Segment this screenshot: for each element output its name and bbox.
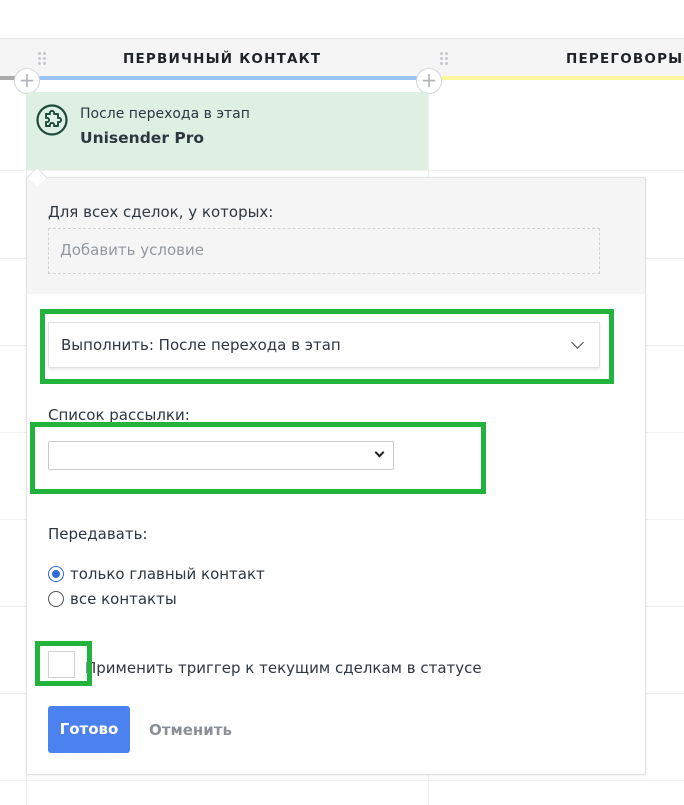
column-header: ПЕРЕГОВОРЫ xyxy=(428,38,684,78)
trigger-settings-popup: Для всех сделок, у которых: Добавить усл… xyxy=(26,177,646,775)
cancel-button[interactable]: Отменить xyxy=(149,721,232,739)
condition-section: Для всех сделок, у которых: Добавить усл… xyxy=(27,178,645,294)
execute-select-value: Выполнить: После перехода в этап xyxy=(61,336,341,354)
radio-label: все контакты xyxy=(70,590,177,608)
add-condition-field[interactable]: Добавить условие xyxy=(48,228,600,274)
trigger-subtitle: После перехода в этап xyxy=(80,106,250,122)
radio-label: только главный контакт xyxy=(70,565,265,583)
apply-trigger-label: Применить триггер к текущим сделкам в ст… xyxy=(85,659,482,677)
stage-color-bar xyxy=(428,76,684,80)
chevron-down-icon xyxy=(374,447,385,458)
grid-line xyxy=(0,780,684,781)
puzzle-icon xyxy=(36,104,68,136)
drag-handle-icon[interactable] xyxy=(38,52,46,66)
column-title: ПЕРЕГОВОРЫ xyxy=(566,51,684,67)
chevron-down-icon xyxy=(571,336,584,349)
radio-button[interactable] xyxy=(48,591,64,607)
stage-color-bar xyxy=(26,76,428,80)
column-header: ПЕРВИЧНЫЙ КОНТАКТ xyxy=(26,38,428,78)
condition-label: Для всех сделок, у которых: xyxy=(48,203,274,221)
drag-handle-icon[interactable] xyxy=(440,52,448,66)
add-stage-button[interactable]: + xyxy=(14,68,40,94)
radio-button[interactable] xyxy=(48,566,64,582)
trigger-name: Unisender Pro xyxy=(80,129,205,147)
pipeline-board: ПЕРВИЧНЫЙ КОНТАКТ ПЕРЕГОВОРЫ + + После п… xyxy=(0,0,684,805)
add-stage-button[interactable]: + xyxy=(416,68,442,94)
done-button[interactable]: Готово xyxy=(48,706,130,753)
mailing-list-select[interactable] xyxy=(48,441,394,470)
execute-select[interactable]: Выполнить: После перехода в этап xyxy=(48,322,600,368)
grid-line xyxy=(0,170,684,171)
transfer-label: Передавать: xyxy=(48,525,148,543)
column-title: ПЕРВИЧНЫЙ КОНТАКТ xyxy=(123,51,322,67)
apply-trigger-checkbox[interactable] xyxy=(48,651,75,678)
trigger-card[interactable]: После перехода в этап Unisender Pro xyxy=(26,92,428,170)
mailing-list-label: Список рассылки: xyxy=(48,406,190,424)
